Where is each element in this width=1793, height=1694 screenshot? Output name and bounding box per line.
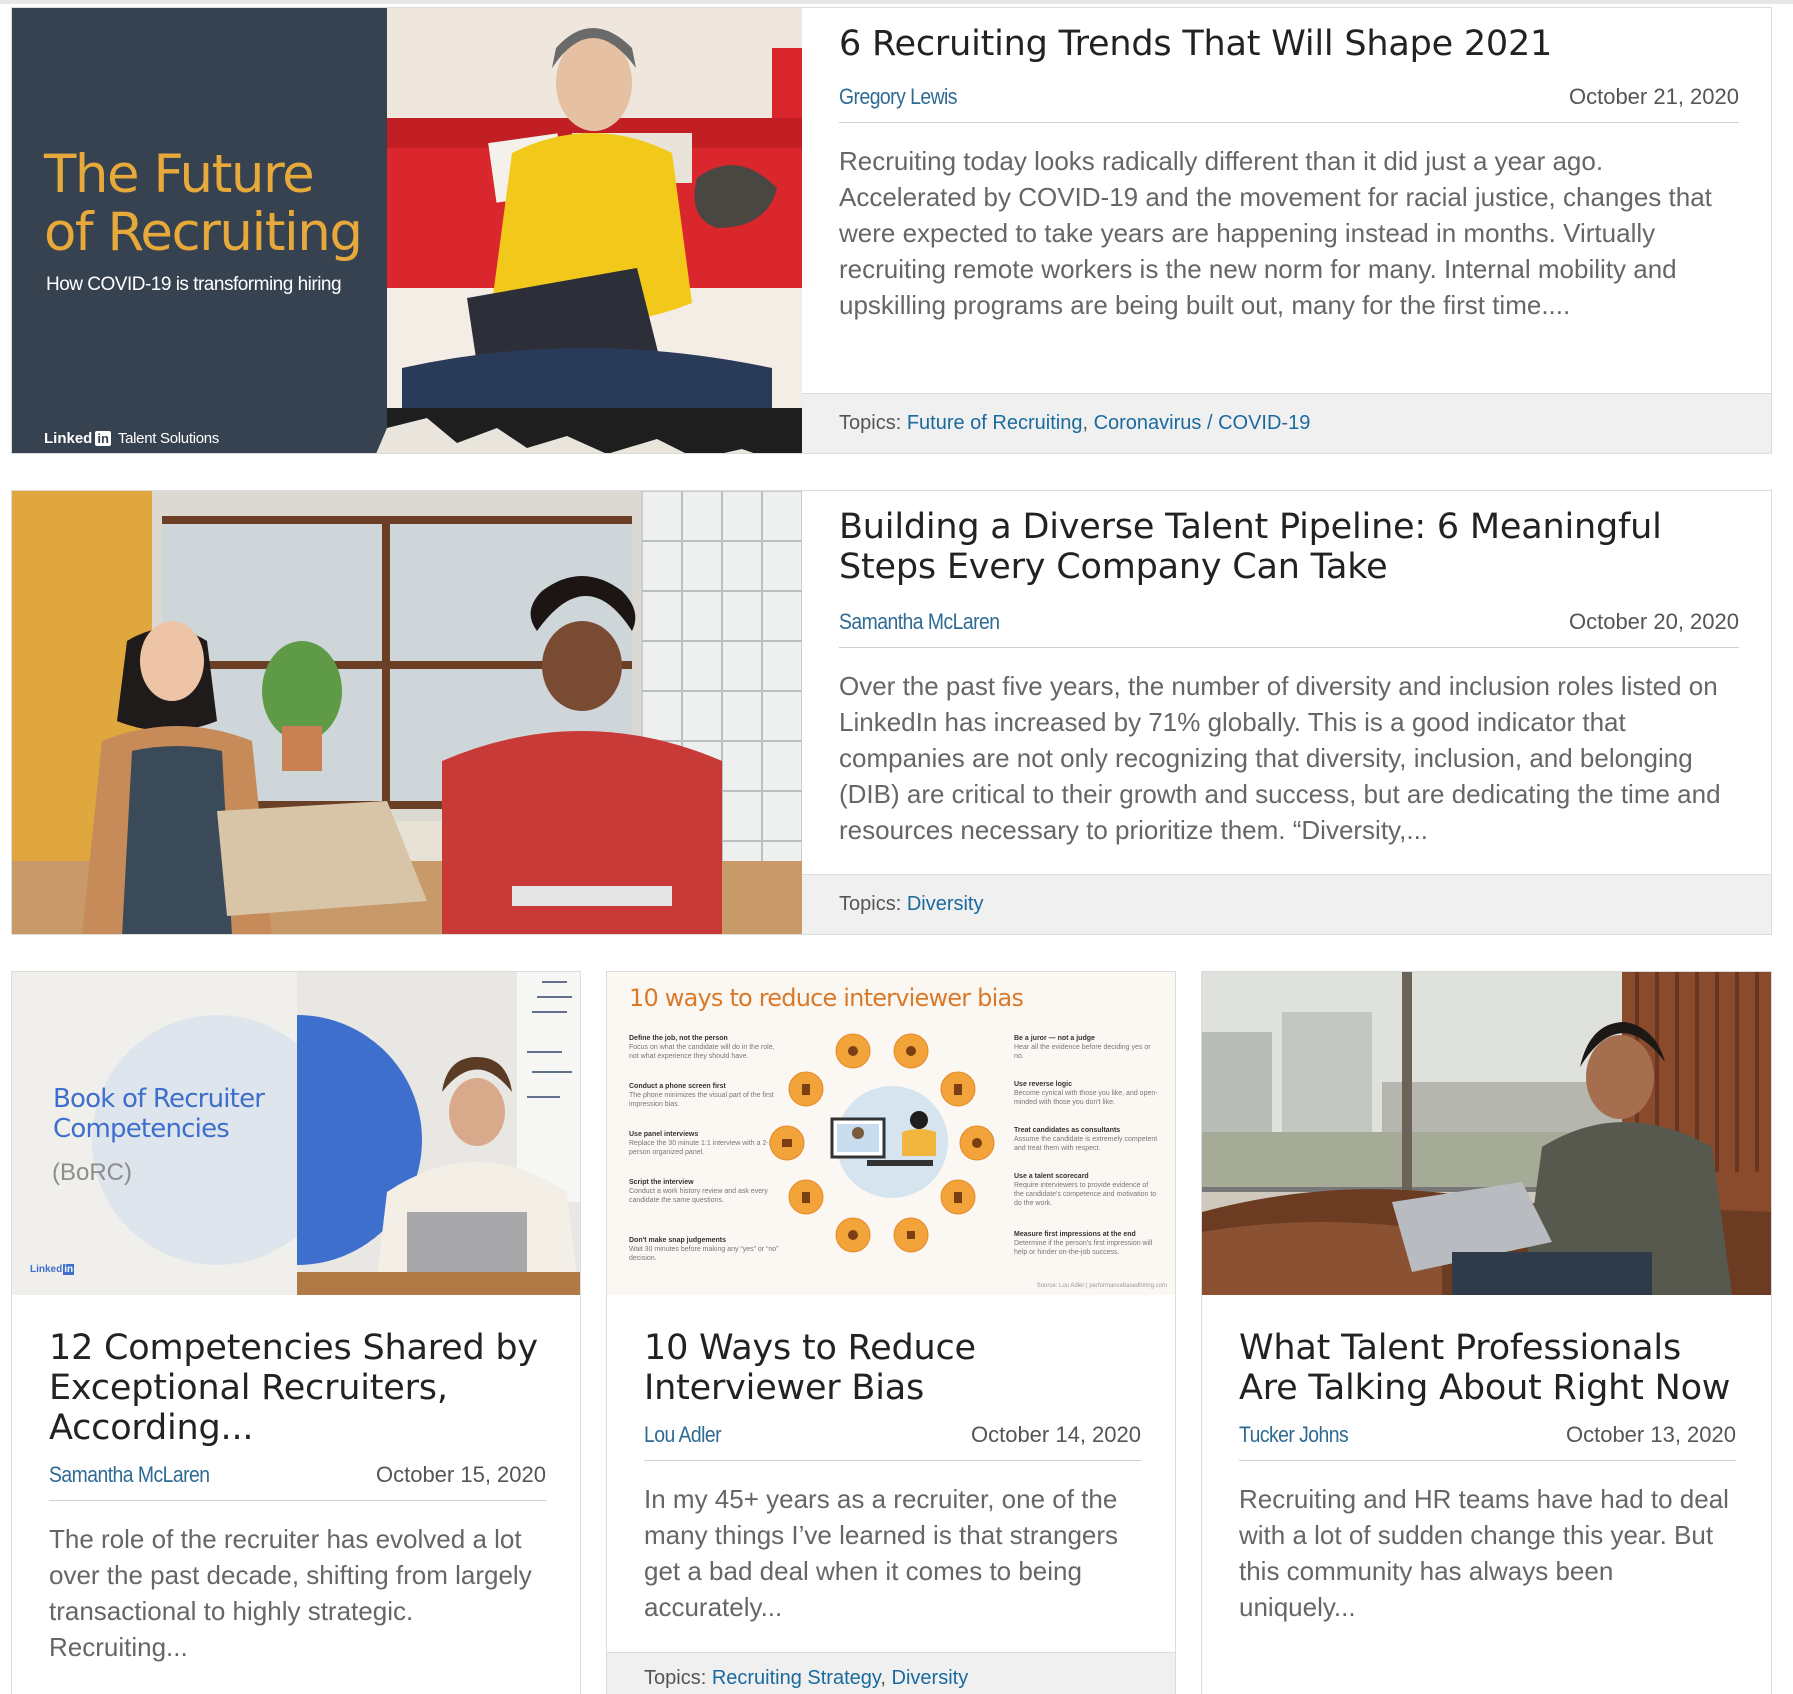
author-link[interactable]: Samantha McLaren (839, 609, 1000, 635)
article-card[interactable]: Building a Diverse Talent Pipeline: 6 Me… (11, 490, 1772, 935)
article-image[interactable]: The Future of Recruiting How COVID-19 is… (12, 8, 802, 453)
article-card[interactable]: The Future of Recruiting How COVID-19 is… (11, 7, 1772, 454)
topic-link[interactable]: Coronavirus / COVID-19 (1094, 412, 1311, 434)
image-headline: The Future of Recruiting (44, 144, 363, 263)
top-divider (0, 0, 1793, 4)
topic-link[interactable]: Future of Recruiting (907, 412, 1083, 434)
image-source: Source: Lou Adler | performancebasedhiri… (1036, 1283, 1167, 1289)
author-link[interactable]: Lou Adler (644, 1422, 722, 1448)
topic-link[interactable]: Diversity (907, 893, 984, 915)
image-abbrev: (BoRC) (52, 1159, 133, 1186)
article-excerpt: In my 45+ years as a recruiter, one of t… (644, 1484, 1119, 1622)
article-title[interactable]: 10 Ways to Reduce Interviewer Bias (644, 1328, 1141, 1408)
topics-label: Topics: (839, 893, 902, 915)
author-link[interactable]: Tucker Johns (1239, 1422, 1349, 1448)
image-headline: 10 ways to reduce interviewer bias (629, 984, 1024, 1012)
article-card[interactable]: Book of Recruiter Competencies (BoRC) Li… (11, 971, 581, 1694)
article-date: October 14, 2020 (970, 1422, 1141, 1447)
tips-left: Define the job, not the person Focus on w… (629, 1035, 779, 1262)
article-image[interactable] (12, 491, 802, 934)
article-image[interactable]: Book of Recruiter Competencies (BoRC) Li… (12, 972, 580, 1295)
article-excerpt: Recruiting and HR teams have had to deal… (1239, 1484, 1729, 1622)
topics-label: Topics: (839, 412, 902, 434)
image-headline: Book of Recruiter Competencies (53, 1084, 265, 1144)
article-excerpt: The role of the recruiter has evolved a … (49, 1524, 532, 1662)
article-image[interactable] (1202, 972, 1771, 1295)
article-date: October 20, 2020 (1568, 609, 1739, 634)
image-subhead: How COVID-19 is transforming hiring (46, 274, 342, 295)
author-link[interactable]: Gregory Lewis (839, 84, 957, 110)
topics-label: Topics: (644, 1667, 707, 1689)
article-title[interactable]: What Talent Professionals Are Talking Ab… (1239, 1328, 1736, 1408)
article-title[interactable]: 6 Recruiting Trends That Will Shape 2021 (839, 24, 1739, 64)
article-card[interactable]: What Talent Professionals Are Talking Ab… (1201, 971, 1772, 1694)
article-excerpt: Over the past five years, the number of … (839, 671, 1721, 845)
topics-bar: Topics: Recruiting Strategy, Diversity (607, 1652, 1175, 1694)
article-title[interactable]: 12 Competencies Shared by Exceptional Re… (49, 1328, 546, 1448)
article-card[interactable]: 10 ways to reduce interviewer bias Defin… (606, 971, 1176, 1694)
article-date: October 21, 2020 (1568, 84, 1739, 109)
article-date: October 13, 2020 (1565, 1422, 1736, 1447)
topic-link[interactable]: Recruiting Strategy (712, 1667, 881, 1689)
topics-bar: Topics: Future of Recruiting, Coronaviru… (802, 393, 1771, 453)
tips-right: Be a juror — not a judge Hear all the evi… (1014, 1035, 1158, 1256)
author-link[interactable]: Samantha McLaren (49, 1462, 210, 1488)
linkedin-logo: Linked in Talent Solutions (44, 430, 220, 447)
linkedin-logo: Linked in (30, 1264, 75, 1275)
topic-link[interactable]: Diversity (892, 1667, 969, 1689)
article-title[interactable]: Building a Diverse Talent Pipeline: 6 Me… (839, 507, 1739, 587)
article-image[interactable]: 10 ways to reduce interviewer bias Defin… (607, 972, 1175, 1295)
article-excerpt: Recruiting today looks radically differe… (839, 146, 1712, 320)
topics-bar: Topics: Diversity (802, 874, 1771, 934)
article-date: October 15, 2020 (375, 1462, 546, 1487)
